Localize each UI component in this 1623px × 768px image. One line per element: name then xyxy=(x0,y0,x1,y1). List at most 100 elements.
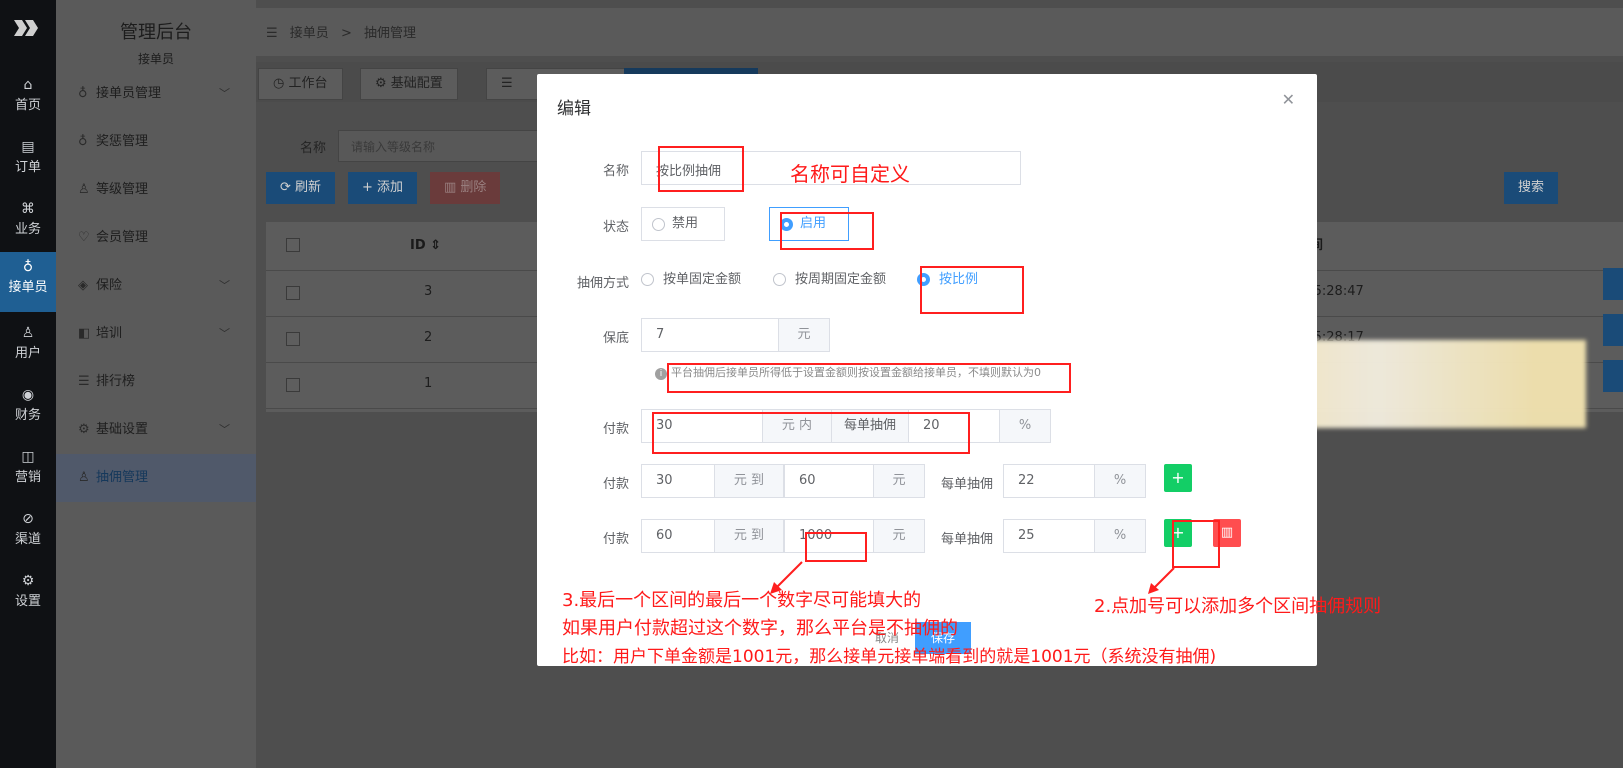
rail-item-business[interactable]: ⌘ 业务 xyxy=(0,194,56,250)
delete-label: 删除 xyxy=(460,180,487,195)
sidebar-item-insurance[interactable]: ◈ 保险 ﹀ xyxy=(56,262,256,310)
gear-icon: ⚙ xyxy=(375,76,391,91)
filter-name-label: 名称 xyxy=(300,141,327,156)
rail-item-order[interactable]: ▤ 订单 xyxy=(0,132,56,188)
rail-item-finance[interactable]: ◉ 财务 xyxy=(0,380,56,436)
rail-item-label: 业务 xyxy=(14,222,41,237)
tier-per-label: 每单抽佣 xyxy=(940,477,993,492)
row-checkbox[interactable] xyxy=(286,286,300,300)
cell-id: 3 xyxy=(424,284,433,299)
tier-from-input[interactable]: 30 xyxy=(641,464,715,498)
sidebar-item-label: 基础设置 xyxy=(96,422,149,437)
sidebar-item-levels[interactable]: ♙ 等级管理 xyxy=(56,166,256,214)
filter-name-input[interactable]: 请输入等级名称 xyxy=(338,130,538,162)
sidebar-item-training[interactable]: ◧ 培训 ﹀ xyxy=(56,310,256,358)
topbar xyxy=(256,8,1623,56)
refresh-icon: ⟳ xyxy=(280,180,296,195)
delete-button[interactable]: ▥ 删除 xyxy=(430,172,501,204)
breadcrumb: ☰ 接单员 > 抽佣管理 xyxy=(266,22,424,41)
sidebar-item-ranking[interactable]: ☰ 排行榜 xyxy=(56,358,256,406)
tab-basic-config[interactable]: ⚙ 基础配置 xyxy=(360,68,458,100)
col-header-id[interactable]: ID ⇕ xyxy=(410,222,441,270)
sidebar-item-label: 奖惩管理 xyxy=(96,134,149,149)
annotation-box-status xyxy=(780,212,874,250)
chart-icon: ◫ xyxy=(21,449,35,465)
sort-icon: ⇕ xyxy=(430,238,442,253)
tab-workbench[interactable]: ◷ 工作台 xyxy=(258,68,343,100)
tier-rate-input[interactable]: 25 xyxy=(1003,519,1095,553)
tier-from-input[interactable]: 60 xyxy=(641,519,715,553)
sidebar-item-courier-mgmt[interactable]: ♁ 接单员管理 ﹀ xyxy=(56,70,256,118)
tier-rate-unit: % xyxy=(1094,464,1146,498)
rail-item-home[interactable]: ⌂ 首页 xyxy=(0,70,56,126)
rail-item-label: 渠道 xyxy=(14,532,41,547)
tier-rate-input[interactable]: 22 xyxy=(1003,464,1095,498)
select-all-checkbox[interactable] xyxy=(286,238,300,252)
row-edit-button[interactable] xyxy=(1603,268,1623,300)
row-checkbox[interactable] xyxy=(286,332,300,346)
tier-to-input[interactable]: 60 xyxy=(784,464,874,498)
tier-sep: 元 到 xyxy=(714,464,784,498)
row-edit-button[interactable] xyxy=(1603,360,1623,392)
rail-item-courier[interactable]: ♁ 接单员 xyxy=(0,252,56,312)
list-icon: ☰ xyxy=(501,76,513,91)
sidebar-item-label: 会员管理 xyxy=(96,230,149,245)
sidebar-item-commission[interactable]: ♙ 抽佣管理 xyxy=(56,454,256,502)
logo-icon xyxy=(12,18,42,40)
radio-dot xyxy=(652,218,665,231)
training-icon: ◧ xyxy=(78,326,91,341)
sidebar-item-label: 保险 xyxy=(96,278,123,293)
tier-rate-unit: % xyxy=(1094,519,1146,553)
floor-input[interactable]: 7 xyxy=(641,318,779,352)
medal-icon: ♁ xyxy=(78,134,88,149)
sidebar-item-basic-settings[interactable]: ⚙ 基础设置 ﹀ xyxy=(56,406,256,454)
status-label: 状态 xyxy=(602,220,629,235)
close-icon[interactable]: ✕ xyxy=(1282,90,1295,109)
rail-item-settings[interactable]: ⚙ 设置 xyxy=(0,566,56,622)
annotation-box-method xyxy=(920,266,1024,314)
refresh-button[interactable]: ⟳ 刷新 xyxy=(266,172,336,204)
cell-id: 2 xyxy=(424,330,433,345)
add-tier-button[interactable]: + xyxy=(1164,464,1192,492)
annotation-box-name xyxy=(658,146,744,192)
method-fixed-per-period-radio[interactable]: 按周期固定金额 xyxy=(773,272,886,288)
row-checkbox[interactable] xyxy=(286,378,300,392)
user-icon: ♙ xyxy=(21,325,35,341)
clock-icon: ◷ xyxy=(273,76,289,91)
add-button[interactable]: + 添加 xyxy=(348,172,418,204)
rail-item-channel[interactable]: ⊘ 渠道 xyxy=(0,504,56,560)
row-edit-button[interactable] xyxy=(1603,314,1623,346)
sidebar-item-label: 等级管理 xyxy=(96,182,149,197)
sidebar: 管理后台 接单员 ♁ 接单员管理 ﹀ ♁ 奖惩管理 ♙ 等级管理 ♡ 会员管理 ◈ 保险 ﹀ … xyxy=(56,0,256,768)
annotation-box-hint xyxy=(667,363,1071,393)
tier-to-unit: 元 xyxy=(873,464,925,498)
rail-item-marketing[interactable]: ◫ 营销 xyxy=(0,442,56,498)
sidebar-item-label: 培训 xyxy=(96,326,123,341)
col-header-label: ID xyxy=(410,238,426,253)
chevron-down-icon: ﹀ xyxy=(219,327,230,340)
radio-dot xyxy=(773,273,786,286)
user-commission-icon: ♙ xyxy=(78,470,90,485)
sidebar-item-members[interactable]: ♡ 会员管理 xyxy=(56,214,256,262)
sidebar-item-rewards[interactable]: ♁ 奖惩管理 xyxy=(56,118,256,166)
finance-icon: ◉ xyxy=(21,387,35,403)
chevron-down-icon: ﹀ xyxy=(219,87,230,100)
menu-fold-icon[interactable]: ☰ xyxy=(266,26,278,41)
list-icon: ☰ xyxy=(78,374,90,389)
plus-icon: + xyxy=(362,180,378,195)
trash-icon: ▥ xyxy=(444,180,461,195)
tier-label: 付款 xyxy=(602,477,629,492)
rail-item-label: 接单员 xyxy=(8,280,48,295)
radio-label: 按周期固定金额 xyxy=(795,272,887,287)
status-disabled-radio[interactable]: 禁用 xyxy=(641,207,725,241)
breadcrumb-sep: > xyxy=(340,26,352,41)
sidebar-subtitle: 接单员 xyxy=(137,52,174,66)
search-button[interactable]: 搜索 xyxy=(1504,172,1559,204)
plus-icon: + xyxy=(1171,468,1185,487)
breadcrumb-root[interactable]: 接单员 xyxy=(290,26,329,41)
rail-item-user[interactable]: ♙ 用户 xyxy=(0,318,56,374)
breadcrumb-current: 抽佣管理 xyxy=(364,26,417,41)
sidebar-title: 管理后台 xyxy=(120,22,192,43)
sidebar-item-label: 排行榜 xyxy=(96,374,136,389)
method-fixed-per-order-radio[interactable]: 按单固定金额 xyxy=(641,272,741,288)
